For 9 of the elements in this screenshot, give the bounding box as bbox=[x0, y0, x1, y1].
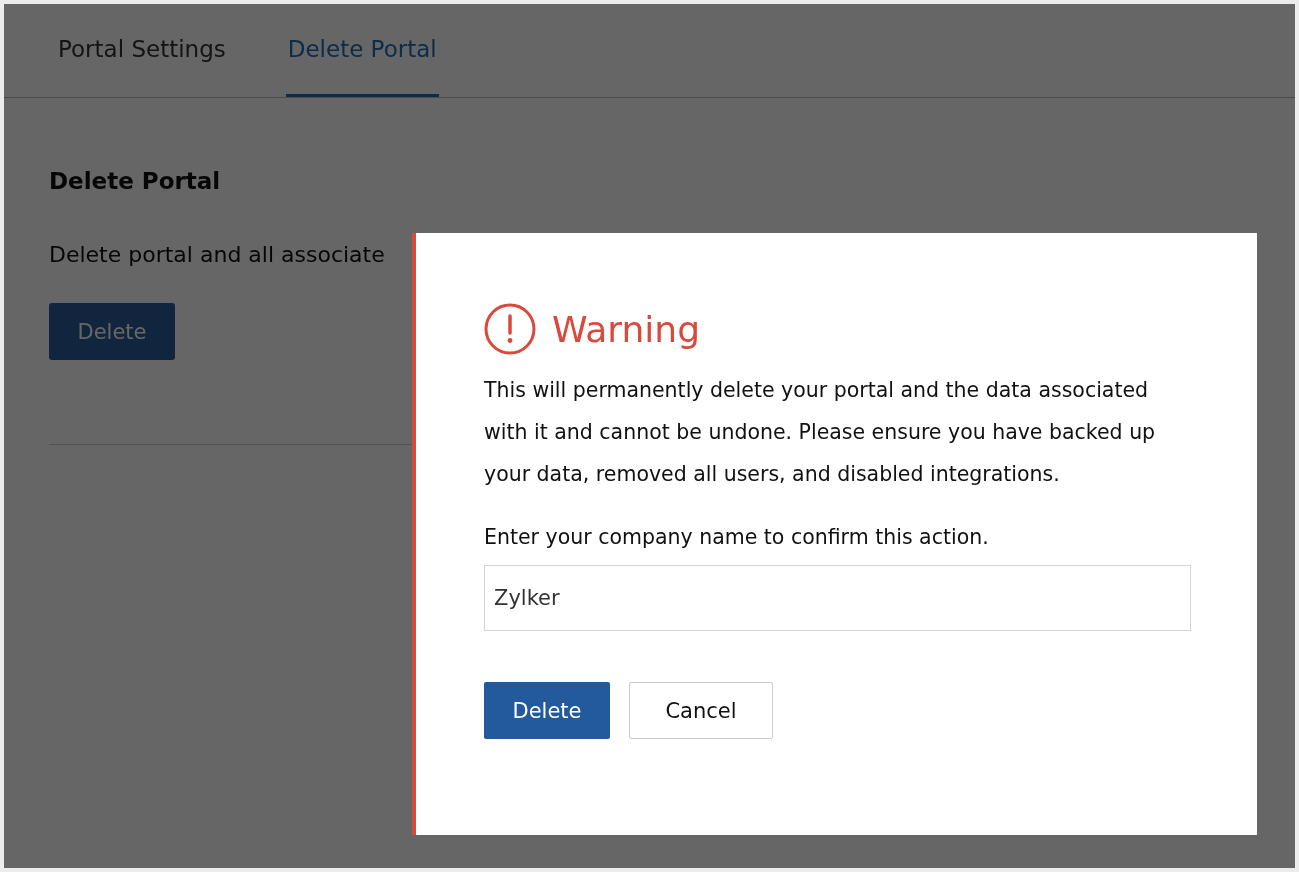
cancel-button[interactable]: Cancel bbox=[629, 682, 773, 739]
section-title: Delete Portal bbox=[49, 168, 222, 194]
company-name-field[interactable]: Zylker bbox=[484, 565, 1191, 631]
warning-message: This will permanently delete your portal and the data associated with it and cannot be undone. Please ensure you have backed up your data, removed all users, and disabled integrations. bbox=[484, 377, 1157, 488]
section-description: Delete portal and all associate bbox=[49, 242, 386, 267]
delete-button[interactable]: Delete bbox=[484, 682, 610, 739]
warning-icon bbox=[484, 303, 536, 355]
confirm-prompt: Enter your company name to confirm this action. bbox=[484, 525, 990, 549]
dialog-title: Warning bbox=[552, 308, 700, 350]
